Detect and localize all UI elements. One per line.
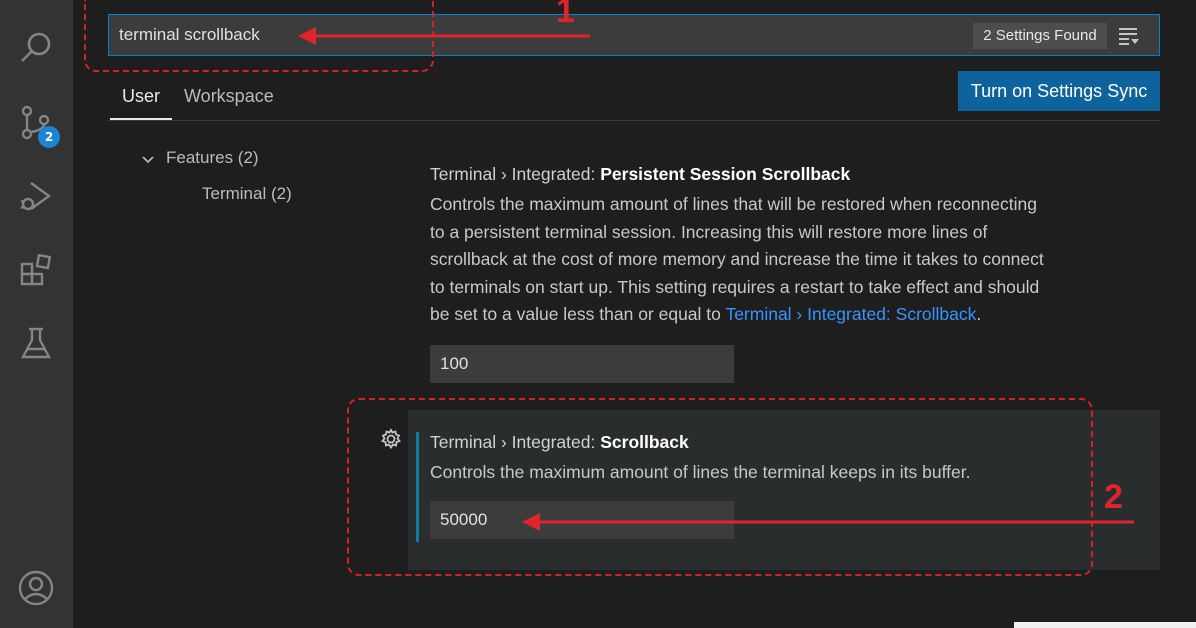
setting-title: Terminal › Integrated: Persistent Sessio… (430, 164, 1150, 185)
desc-line-text: be set to a value less than or equal to (430, 304, 721, 324)
tab-workspace[interactable]: Workspace (172, 80, 286, 120)
activity-bar: 2 (0, 0, 73, 628)
toc-item-terminal[interactable]: Terminal (2) (202, 184, 292, 204)
setting-category: Terminal › Integrated: (430, 164, 596, 184)
annotation-arrow-1 (298, 27, 590, 45)
screen-edge-artifact (1014, 622, 1196, 628)
tab-user[interactable]: User (110, 80, 173, 120)
scrollback-setting-link[interactable]: Terminal › Integrated: Scrollback (725, 304, 976, 324)
desc-line: to a persistent terminal session. Increa… (430, 221, 988, 242)
run-debug-icon[interactable] (14, 174, 58, 218)
desc-end: . (976, 304, 982, 324)
annotation-box-2 (347, 398, 1093, 576)
persistent-scrollback-input[interactable]: 100 (430, 344, 734, 383)
annotation-arrow-2 (522, 513, 1134, 531)
source-control-badge: 2 (38, 126, 60, 148)
desc-line: scrollback at the cost of more memory an… (430, 249, 1044, 269)
setting-name: Persistent Session Scrollback (600, 164, 851, 184)
setting-persistent-session-scrollback: Terminal › Integrated: Persistent Sessio… (430, 164, 1150, 383)
tabs-divider (108, 120, 1160, 121)
filter-list-icon[interactable] (1117, 24, 1141, 48)
extensions-icon[interactable] (14, 248, 58, 292)
search-icon[interactable] (14, 26, 58, 70)
testing-icon[interactable] (14, 322, 58, 366)
desc-line: be set to a value less than or equal to … (430, 301, 1150, 329)
setting-description: Controls the maximum amount of lines tha… (430, 191, 1150, 329)
account-icon[interactable] (14, 566, 58, 610)
results-count-badge: 2 Settings Found (973, 23, 1107, 49)
chevron-down-icon (142, 156, 154, 164)
desc-line: to terminals on start up. This setting r… (430, 276, 1040, 297)
desc-line: Controls the maximum amount of lines tha… (430, 194, 1037, 214)
turn-on-settings-sync-button[interactable]: Turn on Settings Sync (958, 71, 1160, 111)
toc-group-label: Features (2) (166, 148, 259, 167)
settings-scope-tabs: User Workspace (110, 80, 286, 120)
